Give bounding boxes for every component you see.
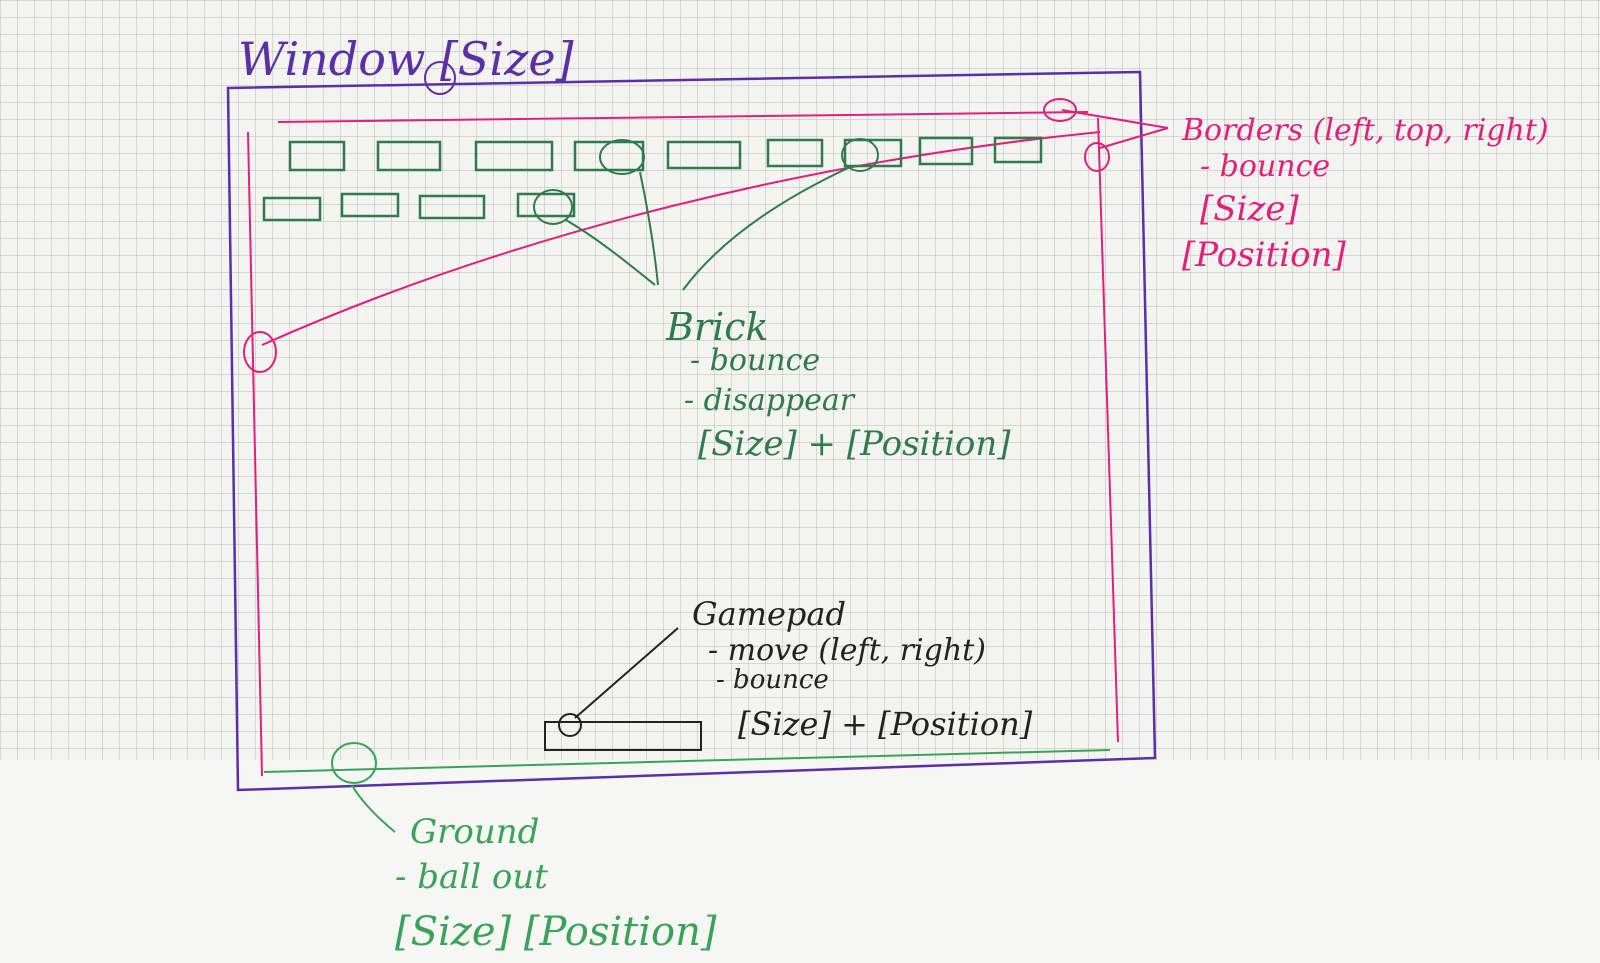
ground-line-1: - ball out (395, 857, 548, 897)
brick-line-1: - bounce (690, 343, 820, 378)
gamepad-line-3: [Size] + [Position] (738, 705, 1033, 743)
borders-line-3: [Position] (1182, 235, 1346, 275)
gamepad-line-1: - move (left, right) (708, 633, 986, 668)
gamepad-line-2: - bounce (716, 665, 829, 695)
ground-line-2: [Size] [Position] (395, 909, 717, 955)
borders-title: Borders (left, top, right) (1181, 113, 1549, 148)
sketch-canvas: Window [Size] Borders (left, top, right)… (0, 0, 1600, 963)
borders-line-1: - bounce (1200, 149, 1330, 184)
brick-line-2: - disappear (684, 383, 856, 418)
brick-line-3: [Size] + [Position] (698, 424, 1011, 464)
window-label: Window [Size] (238, 32, 574, 86)
ground-title: Ground (410, 812, 539, 852)
borders-line-2: [Size] (1200, 189, 1299, 229)
gamepad-title: Gamepad (692, 595, 846, 633)
